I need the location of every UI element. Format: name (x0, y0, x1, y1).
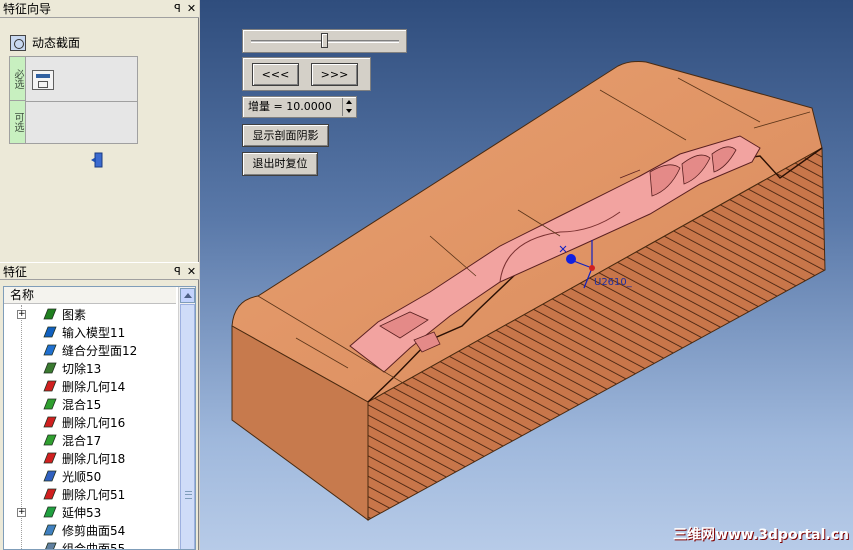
delete-geometry-icon (42, 379, 58, 393)
tree-row[interactable]: 缝合分型面12 (4, 341, 176, 359)
delete-geometry-icon (42, 451, 58, 465)
spinner-arrows-icon[interactable] (342, 98, 355, 116)
left-panel: 特征向导 ꟼ ✕ 动态截面 必选 可选 特征 ꟼ ✕ 名称 +图素输入模型1 (0, 0, 199, 550)
tree-row[interactable]: 混合15 (4, 395, 176, 413)
expand-icon[interactable]: + (17, 309, 26, 319)
scroll-up-arrow-icon[interactable] (180, 288, 195, 303)
tree-row[interactable]: + 图素 (4, 305, 176, 323)
watermark-prefix: 三维网 (672, 527, 715, 543)
trim-surface-icon (42, 523, 58, 537)
step-optional-tab[interactable]: 可选 (10, 101, 26, 143)
dynamic-section-label: 动态截面 (32, 36, 81, 50)
delete-geometry-icon (42, 487, 58, 501)
slider-thumb[interactable] (321, 33, 328, 48)
cut-icon (42, 361, 58, 375)
blend-icon (42, 433, 58, 447)
scroll-grip-icon (185, 491, 192, 499)
tree-row-label: 输入模型11 (62, 325, 126, 340)
features-panel: 特征 ꟼ ✕ 名称 + 图素输入模型11 缝合分型面12 切除13 删除几何14 混合15… (0, 262, 199, 550)
step-navigation: <<< >>> (242, 57, 371, 91)
tree-row[interactable]: + 延伸53 (4, 503, 176, 521)
feature-wizard-panel: 特征向导 ꟼ ✕ 动态截面 必选 可选 (0, 0, 199, 262)
tree-row[interactable]: 删除几何51 (4, 485, 176, 503)
tree-row-label: 删除几何14 (62, 379, 126, 394)
reset-on-exit-button[interactable]: 退出时复位 (242, 152, 318, 176)
tree-row-label: 延伸53 (62, 505, 102, 520)
smooth-icon (42, 469, 58, 483)
dynamic-section-icon (10, 34, 26, 51)
tree-row[interactable]: 组合曲面55 (4, 539, 176, 550)
delete-geometry-icon (42, 415, 58, 429)
tree-row-label: 修剪曲面54 (62, 523, 126, 538)
watermark-url: www.3dportal.cn (714, 527, 849, 543)
tree-rows: + 图素输入模型11 缝合分型面12 切除13 删除几何14 混合15 删除几何16 混合17… (4, 305, 176, 550)
pin-icon[interactable]: ꟼ (171, 2, 184, 15)
tree-row-label: 光顺50 (62, 469, 102, 484)
tree-row-label: 删除几何51 (62, 487, 126, 502)
tree-row-label: 缝合分型面12 (62, 343, 138, 358)
sketch-icon (42, 307, 58, 321)
tree-row-label: 混合17 (62, 433, 102, 448)
blend-icon (42, 397, 58, 411)
feature-wizard-header: 特征向导 ꟼ ✕ (0, 0, 199, 18)
previous-step-button[interactable]: <<< (252, 63, 299, 86)
tree-row-label: 删除几何18 (62, 451, 126, 466)
tree-scrollbar[interactable] (178, 287, 195, 549)
extend-icon (42, 505, 58, 519)
next-step-button[interactable]: >>> (311, 63, 358, 86)
tree-row[interactable]: 修剪曲面54 (4, 521, 176, 539)
tree-row[interactable]: 删除几何14 (4, 377, 176, 395)
tree-row-label: 混合15 (62, 397, 102, 412)
watermark: 三维网www.3dportal.cn (673, 524, 849, 544)
expand-icon[interactable]: + (17, 507, 26, 517)
tree-row-label: 删除几何16 (62, 415, 126, 430)
tree-row[interactable]: 光顺50 (4, 467, 176, 485)
stitch-parting-surface-icon (42, 343, 58, 357)
tree-row[interactable]: 输入模型11 (4, 323, 176, 341)
feature-tree[interactable]: 名称 + 图素输入模型11 缝合分型面12 切除13 删除几何14 混合15 删除几何16 混… (3, 286, 196, 550)
section-window-icon[interactable] (32, 70, 54, 90)
step-required-tab[interactable]: 必选 (10, 57, 26, 101)
tree-row[interactable]: 删除几何16 (4, 413, 176, 431)
features-title: 特征 (3, 264, 28, 279)
pin-icon[interactable]: ꟼ (171, 265, 184, 278)
tree-column-header[interactable]: 名称 (4, 287, 176, 304)
tree-row[interactable]: 混合17 (4, 431, 176, 449)
show-section-shadow-button[interactable]: 显示剖面阴影 (242, 124, 329, 147)
exit-wizard-icon[interactable] (90, 152, 104, 168)
tree-row[interactable]: 删除几何18 (4, 449, 176, 467)
import-model-icon (42, 325, 58, 339)
close-icon[interactable]: ✕ (185, 265, 198, 278)
tree-row-label: 切除13 (62, 361, 102, 376)
section-slider[interactable] (242, 29, 407, 53)
features-header: 特征 ꟼ ✕ (0, 262, 199, 280)
close-icon[interactable]: ✕ (185, 2, 198, 15)
dynamic-section-item[interactable]: 动态截面 (10, 34, 80, 51)
combine-surface-icon (42, 541, 58, 549)
tree-row-label: 组合曲面55 (62, 541, 126, 550)
feature-wizard-title: 特征向导 (3, 2, 52, 16)
increment-value: 增量 = 10.0000 (248, 100, 332, 113)
scroll-thumb[interactable] (180, 304, 195, 549)
tree-row-label: 图素 (62, 307, 87, 322)
3d-viewport[interactable]: <<< >>> 增量 = 10.0000 显示剖面阴影 退出时复位 U2610_… (200, 0, 853, 550)
increment-field[interactable]: 增量 = 10.0000 (242, 96, 357, 118)
tree-row[interactable]: 切除13 (4, 359, 176, 377)
step-divider (26, 101, 137, 102)
wizard-steps: 必选 可选 (9, 56, 138, 144)
